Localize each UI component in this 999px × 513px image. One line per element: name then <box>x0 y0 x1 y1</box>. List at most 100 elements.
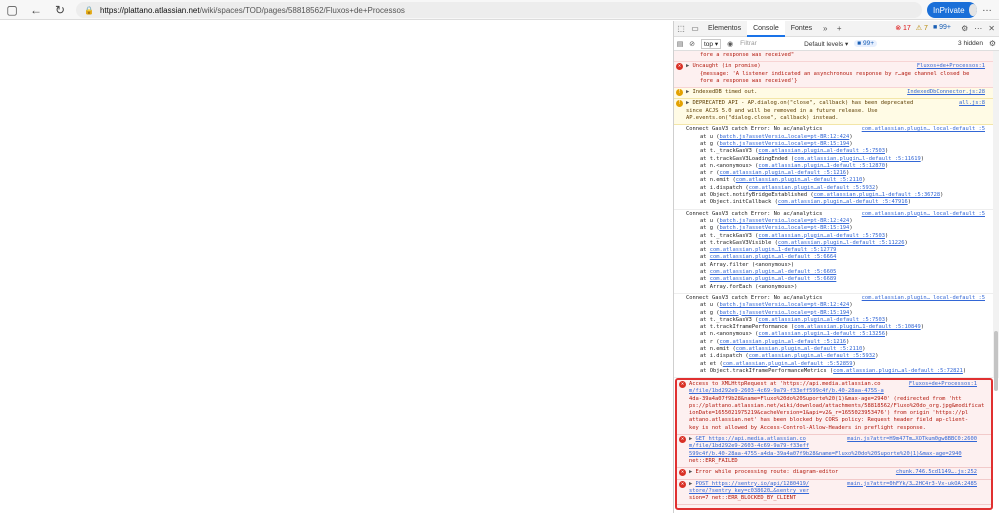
console-message-fragment: fore a response was received" <box>674 51 999 63</box>
log-levels-select[interactable]: Default levels ▾ <box>804 40 848 48</box>
eye-icon[interactable]: ◉ <box>724 40 736 48</box>
stack-frame: at g (batch.js?assetVersio…locale=pt-BR:… <box>686 310 985 317</box>
stack-frame: at t._trackGasV3 (com.atlassian.plugin…a… <box>686 233 985 240</box>
more-icon[interactable]: … <box>982 3 992 14</box>
console-message-route-error[interactable]: ✕ chunk.746.5cd1149….js:252 ▶ Error whil… <box>677 468 991 480</box>
frame-source-link[interactable]: com.atlassian.plugin…al-default_:5:2110 <box>736 346 863 352</box>
frame-source-link[interactable]: com.atlassian.plugin…al-default_:5:5932 <box>749 185 876 191</box>
issue-counters[interactable]: ⊗ 17 ⚠ 7 ■ 99+ <box>895 24 951 32</box>
device-toggle-icon[interactable]: ▭ <box>688 24 702 33</box>
expand-icon[interactable]: ▶ <box>689 481 692 487</box>
frame-source-link[interactable]: batch.js?assetVersio…locale=pt-BR:12:424 <box>719 302 849 308</box>
console-message-deprecated[interactable]: ! all.js:8 ▶ DEPRECATED API - AP.dialog.… <box>674 99 999 126</box>
scrollbar-thumb[interactable] <box>994 331 998 391</box>
frame-close: ) <box>962 367 967 374</box>
refresh-icon[interactable]: ↻ <box>48 0 72 20</box>
frame-source-link[interactable]: com.atlassian.plugin…al-default_:5:6664 <box>710 254 837 260</box>
settings-icon[interactable]: ⚙ <box>961 24 968 33</box>
console-message-get-failed[interactable]: ✕ main.js?attr=H9m47Tm…XOTkum0gw8BBC0:26… <box>677 435 991 469</box>
expand-icon[interactable]: ▶ <box>686 100 689 106</box>
frame-source-link[interactable]: com.atlassian.plugin…1-default_:5:13256 <box>758 331 885 337</box>
console-message-indexeddb[interactable]: ! IndexedDbConnector.js:28 ▶ IndexedDB t… <box>674 88 999 100</box>
frame-source-link[interactable]: batch.js?assetVersio…locale=pt-BR:15:194 <box>719 141 849 147</box>
console-message-uncaught[interactable]: ✕ Fluxos+de+Processos:1 ▶ Uncaught (in p… <box>674 62 999 89</box>
tab-sources[interactable]: Fontes <box>785 21 818 37</box>
console-message-gasv3[interactable]: com.atlassian.plugin…_local-default_:5 C… <box>674 210 999 294</box>
source-link[interactable]: Fluxos+de+Processos:1 <box>917 63 985 70</box>
request-url[interactable]: m/file/1bd292e9-2603-4c69-9a79-f33eff <box>689 443 977 450</box>
source-link[interactable]: Fluxos+de+Processos:1 <box>909 381 977 388</box>
frame-source-link[interactable]: com.atlassian.plugin…al-default_:5:47916 <box>778 199 908 205</box>
tab-console[interactable]: Console <box>747 21 785 37</box>
console-message-gasv3[interactable]: com.atlassian.plugin…_local-default_:5 C… <box>674 294 999 379</box>
frame-source-link[interactable]: com.atlassian.plugin…al-default_:5:6605 <box>710 269 837 275</box>
request-url[interactable]: POST https://sentry.io/api/1280419/ <box>696 481 810 487</box>
console-settings-icon[interactable]: ⚙ <box>989 39 996 48</box>
source-link[interactable]: com.atlassian.plugin…_local-default_:5 <box>862 295 985 302</box>
request-url[interactable]: GET https://api.media.atlassian.co <box>696 436 806 442</box>
source-link[interactable]: all.js:8 <box>959 100 985 107</box>
frame-source-link[interactable]: batch.js?assetVersio…locale=pt-BR:12:424 <box>719 134 849 140</box>
back-icon[interactable]: ← <box>24 0 48 20</box>
message-detail: {message: 'A listener indicated an async… <box>700 70 970 77</box>
console-message-gasv3[interactable]: com.atlassian.plugin…_local-default_:5 C… <box>674 125 999 210</box>
console-message-post-blocked[interactable]: ✕ main.js?attr=0hFYk/3…2HC4r3-Vx-ukOA:24… <box>677 479 991 506</box>
source-link[interactable]: IndexedDbConnector.js:28 <box>907 89 985 96</box>
stack-frame: at com.atlassian.plugin…1-default_:5:127… <box>686 247 985 254</box>
clear-console-icon[interactable]: ⊘ <box>686 40 698 48</box>
expand-icon[interactable]: ▶ <box>686 89 689 95</box>
frame-source-link[interactable]: com.atlassian.plugin…1-default_:5:36728 <box>814 192 941 198</box>
request-url[interactable]: 599c4f/b.40-28aa-4755-a4da-39a4a07f9b28&… <box>689 451 977 458</box>
close-icon[interactable]: ✕ <box>988 24 995 33</box>
error-icon: ✕ <box>679 381 686 388</box>
frame-source-link[interactable]: com.atlassian.plugin…al-default_:5:2110 <box>736 177 863 183</box>
tab-elements[interactable]: Elementos <box>702 21 747 37</box>
request-url[interactable]: store/?sentry_key=c038620…&sentry_ver <box>689 488 977 495</box>
expand-icon[interactable]: ▶ <box>686 63 689 69</box>
frame-source-link[interactable]: com.atlassian.plugin…l-default_:5:11619 <box>794 156 921 162</box>
frame-source-link[interactable]: batch.js?assetVersio…locale=pt-BR:15:194 <box>719 310 849 316</box>
menu-icon[interactable]: ▢ <box>0 0 24 20</box>
frame-function: at n.emit ( <box>700 177 736 184</box>
expand-icon[interactable]: ▶ <box>689 436 692 442</box>
frame-source-link[interactable]: com.atlassian.plugin…al-default_:5:6689 <box>710 276 837 282</box>
frame-source-link[interactable]: com.atlassian.plugin…al-default_:5:1216 <box>719 339 846 345</box>
source-link[interactable]: com.atlassian.plugin…_local-default_:5 <box>862 126 985 133</box>
context-select[interactable]: top ▾ <box>701 38 722 49</box>
inspect-icon[interactable]: ⬚ <box>674 24 688 33</box>
frame-source-link[interactable]: com.atlassian.plugin…al-default_:5:52859 <box>723 361 853 367</box>
source-link[interactable]: main.js?attr=H9m47Tm…XOTkum0gw8BBC0:2600 <box>847 436 977 443</box>
frame-source-link[interactable]: com.atlassian.plugin…1-default_:5:10849 <box>794 324 921 330</box>
inprivate-button[interactable]: InPrivate <box>927 2 977 18</box>
warning-count: 7 <box>924 25 928 32</box>
add-tab-icon[interactable]: + <box>832 24 846 33</box>
customize-icon[interactable]: ⋯ <box>974 24 982 33</box>
address-bar[interactable]: 🔒 https://plattano.atlassian.net /wiki/s… <box>76 2 922 18</box>
expand-icon[interactable]: ▶ <box>689 469 692 475</box>
scrollbar[interactable] <box>993 51 999 391</box>
frame-close: ) <box>852 360 856 367</box>
frame-source-link[interactable]: com.atlassian.plugin…al-default_:5:7503 <box>758 148 885 154</box>
issues-button[interactable]: ■ 99+ <box>854 40 877 47</box>
message-link[interactable]: m/file/1bd292e9-2603-4c69-9a79-f33eff599… <box>689 388 977 395</box>
sidebar-toggle-icon[interactable]: ▤ <box>674 40 686 48</box>
frame-source-link[interactable]: com.atlassian.plugin…al-default_:5:7503 <box>758 317 885 323</box>
console-message-cors[interactable]: ✕ Fluxos+de+Processos:1 Access to XMLHtt… <box>677 380 991 436</box>
frame-source-link[interactable]: com.atlassian.plugin…1-default_:5:12779 <box>710 247 837 253</box>
message-text: ionDate=1655021975219&cacheVersion=1&api… <box>689 410 969 417</box>
frame-source-link[interactable]: com.atlassian.plugin…al-default_:5:1216 <box>719 170 846 176</box>
frame-source-link[interactable]: com.atlassian.plugin…1-default_:5:12870 <box>758 163 885 169</box>
log-levels-label: Default levels <box>804 40 844 48</box>
stack-frame: at t._trackGasV3 (com.atlassian.plugin…a… <box>686 317 985 324</box>
frame-source-link[interactable]: batch.js?assetVersio…locale=pt-BR:15:194 <box>719 225 849 231</box>
source-link[interactable]: chunk.746.5cd1149….js:252 <box>896 469 977 476</box>
frame-source-link[interactable]: batch.js?assetVersio…locale=pt-BR:12:424 <box>719 218 849 224</box>
filter-input[interactable]: Filtrar <box>736 40 798 47</box>
frame-source-link[interactable]: com.atlassian.plugin…al-default_:5:72821 <box>833 368 963 374</box>
source-link[interactable]: main.js?attr=0hFYk/3…2HC4r3-Vx-ukOA:2485 <box>847 481 977 488</box>
frame-source-link[interactable]: com.atlassian.plugin…l-default_:5:11226 <box>778 240 905 246</box>
frame-source-link[interactable]: com.atlassian.plugin…al-default_:5:7503 <box>758 233 885 239</box>
more-tabs-icon[interactable]: » <box>818 24 832 33</box>
source-link[interactable]: com.atlassian.plugin…_local-default_:5 <box>862 211 985 218</box>
frame-source-link[interactable]: com.atlassian.plugin…al-default_:5:5932 <box>749 353 876 359</box>
